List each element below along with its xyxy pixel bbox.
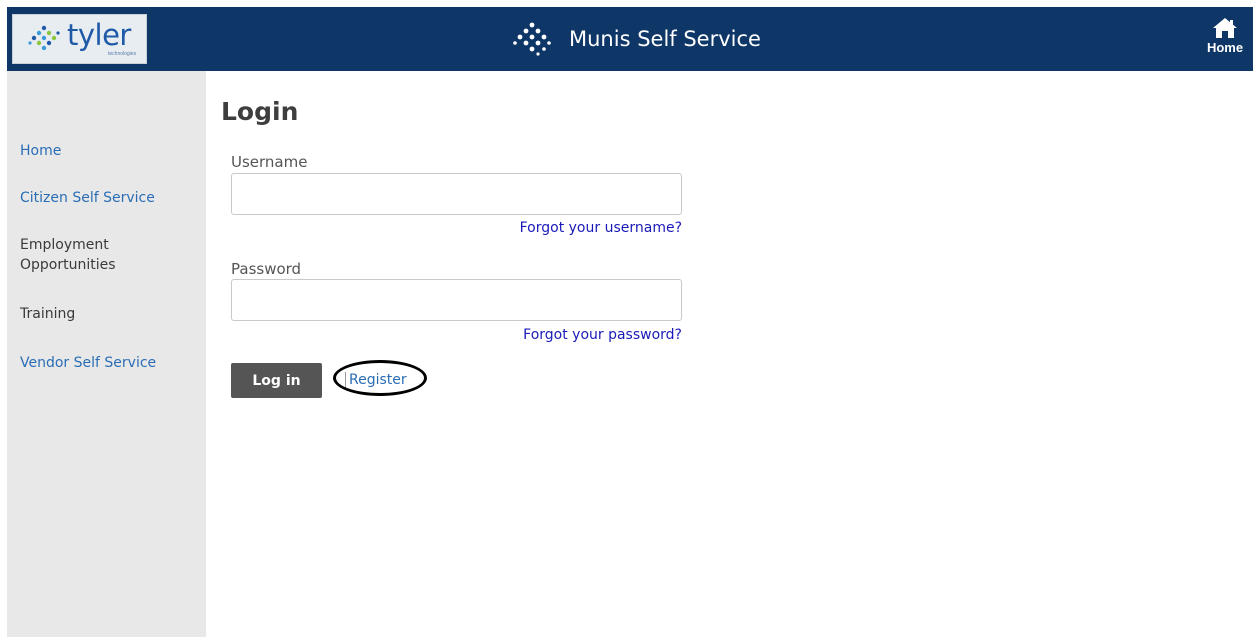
sidebar-item-employment-opportunities[interactable]: Employment Opportunities <box>20 235 116 275</box>
house-icon <box>1213 18 1237 38</box>
password-label: Password <box>231 260 302 278</box>
munis-dots-icon <box>513 22 551 56</box>
login-button[interactable]: Log in <box>231 363 322 398</box>
register-link[interactable]: Register <box>345 372 407 388</box>
sidebar-item-training[interactable]: Training <box>20 304 75 324</box>
tyler-logo[interactable]: tyler technologies <box>12 14 147 64</box>
home-button[interactable]: Home <box>1199 15 1251 65</box>
page-title: Login <box>221 97 299 126</box>
header-bar: tyler technologies Munis Self Service Ho… <box>7 7 1253 71</box>
username-input[interactable] <box>231 173 682 215</box>
app-title: Munis Self Service <box>569 27 761 51</box>
sidebar-item-home[interactable]: Home <box>20 141 61 161</box>
forgot-password-link[interactable]: Forgot your password? <box>523 327 682 343</box>
logo-subtext: technologies <box>108 51 137 57</box>
app-title-group: Munis Self Service <box>512 19 761 59</box>
tyler-dots-logo-icon <box>28 25 60 51</box>
forgot-username-link[interactable]: Forgot your username? <box>520 220 682 236</box>
app-frame: tyler technologies Munis Self Service Ho… <box>7 7 1253 637</box>
sidebar: Home Citizen Self Service Employment Opp… <box>7 71 206 637</box>
username-label: Username <box>231 153 308 171</box>
logo-text: tyler <box>67 18 131 52</box>
sidebar-item-label-line1: Employment <box>20 237 109 253</box>
password-input[interactable] <box>231 279 682 321</box>
sidebar-item-label-line2: Opportunities <box>20 257 116 273</box>
sidebar-item-citizen-self-service[interactable]: Citizen Self Service <box>20 188 155 208</box>
sidebar-item-vendor-self-service[interactable]: Vendor Self Service <box>20 353 156 373</box>
home-label: Home <box>1206 40 1244 55</box>
